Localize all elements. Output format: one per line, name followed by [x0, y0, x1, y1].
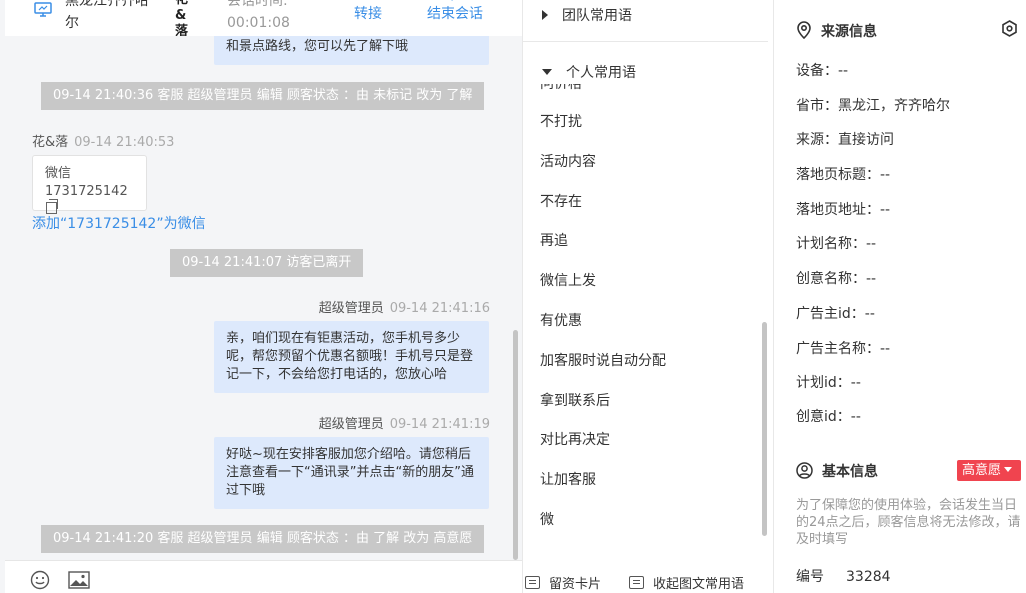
basic-info-heading: 基本信息 — [796, 461, 878, 481]
section-title: 来源信息 — [821, 24, 877, 40]
agent-message-bubble: 和景点路线，您可以先了解下哦 — [214, 36, 489, 65]
group-label: 个人常用语 — [566, 65, 636, 81]
agent-message-header: 超级管理员 09-14 21:41:19 — [319, 413, 490, 432]
personal-phrases-group[interactable]: 个人常用语 — [542, 62, 636, 82]
session-time: 会话时间: 00:01:08 — [227, 0, 290, 34]
wechat-card: 微信 1731725142 — [32, 155, 147, 214]
phrases-footer: 留资卡片 收起图文常用语 — [523, 560, 774, 593]
source-info-heading: 来源信息 — [796, 21, 877, 41]
field-creative-name: 创意名称：-- — [796, 271, 877, 287]
settings-icon[interactable] — [1001, 20, 1018, 37]
phrase-scrollbar[interactable] — [762, 322, 767, 536]
lead-card-label: 留资卡片 — [549, 577, 602, 592]
app-root: 黑龙江齐齐哈尔 花&落 会话时间: 00:01:08 → 转接 ↗ 结束会话 和… — [0, 0, 1026, 593]
end-session-button[interactable]: ↗ 结束会话 — [424, 0, 486, 24]
message-time: 09-14 21:41:16 — [389, 301, 490, 316]
agent-message-bubble: 好哒~现在安排客服加您介绍哈。请您稍后注意查看一下“通讯录”并点击“新的朋友”通… — [214, 437, 489, 509]
phrase-item[interactable]: 拿到联系后 — [540, 390, 610, 410]
visitor-left-notice: 09-14 21:41:07 访客已离开 — [170, 249, 364, 277]
sender-name: 超级管理员 — [318, 417, 384, 432]
visitor-message-header: 花&落 09-14 21:40:53 — [32, 131, 174, 150]
section-title: 基本信息 — [822, 464, 878, 480]
serial-label: 编号 — [796, 569, 824, 585]
sender-name: 超级管理员 — [318, 301, 384, 316]
agent-message-header: 超级管理员 09-14 21:41:16 — [319, 297, 490, 316]
card-title: 微信 — [45, 166, 72, 181]
composer-toolbar — [5, 560, 522, 593]
sender-name: 花&落 — [32, 135, 69, 150]
message-time: 09-14 21:41:19 — [389, 417, 490, 432]
user-icon — [796, 462, 813, 479]
message-text: 和景点路线，您可以先了解下哦 — [226, 39, 409, 54]
serial-value: 33284 — [846, 569, 891, 585]
message-list[interactable]: 和景点路线，您可以先了解下哦 09-14 21:40:36 客服 超级管理员 编… — [5, 36, 522, 558]
agent-message-bubble: 亲，咱们现在有钜惠活动，您手机号多少呢，帮您预留个优惠名额哦！手机号只是登记一下… — [214, 321, 489, 393]
customer-info-panel: 来源信息 设备：-- 省市：黑龙江，齐齐哈尔 来源：直接访问 落地页标题：-- … — [773, 0, 1026, 593]
phrase-list: 问价格 不打扰 活动内容 不存在 再追 微信上发 有优惠 加客服时说自动分配 拿… — [523, 84, 763, 540]
message-time: 09-14 21:40:53 — [74, 135, 175, 150]
phrase-item[interactable]: 不存在 — [540, 191, 582, 211]
chat-panel: 黑龙江齐齐哈尔 花&落 会话时间: 00:01:08 → 转接 ↗ 结束会话 和… — [0, 0, 522, 593]
chat-scrollbar[interactable] — [513, 330, 518, 560]
transfer-button[interactable]: → 转接 — [351, 0, 385, 24]
system-message: 09-14 21:40:36 客服 超级管理员 编辑 顾客状态 ：由 未标记 改… — [41, 82, 485, 110]
list-icon — [629, 576, 644, 589]
field-region: 省市：黑龙江，齐齐哈尔 — [796, 98, 950, 114]
add-wechat-link[interactable]: 添加“1731725142”为微信 — [32, 213, 206, 233]
lead-card-button[interactable]: 留资卡片 — [525, 573, 601, 592]
phrase-item[interactable]: 让加客服 — [540, 469, 596, 489]
phrase-item[interactable]: 有优惠 — [540, 310, 582, 330]
field-creative-id: 创意id：-- — [796, 409, 861, 425]
phrase-item[interactable]: 再追 — [540, 230, 568, 250]
collapse-phrases-label: 收起图文常用语 — [653, 577, 745, 592]
phrase-item[interactable]: 微信上发 — [540, 270, 596, 290]
visitor-nickname: 花&落 — [175, 0, 189, 36]
phrase-item[interactable]: 对比再决定 — [540, 429, 610, 449]
location-pin-icon — [797, 21, 811, 40]
phrase-item[interactable]: 问价格 — [540, 84, 582, 93]
exit-icon: ↗ — [424, 0, 486, 4]
message-text: 亲，咱们现在有钜惠活动，您手机号多少呢，帮您预留个优惠名额哦！手机号只是登记一下… — [226, 331, 474, 382]
card-icon — [525, 576, 540, 589]
collapse-phrases-button[interactable]: 收起图文常用语 — [629, 573, 744, 592]
field-landing-url: 落地页地址：-- — [796, 202, 891, 218]
field-advertiser-name: 广告主名称：-- — [796, 341, 891, 357]
emoji-icon[interactable] — [30, 570, 50, 590]
system-message: 09-14 21:41:20 客服 超级管理员 编辑 顾客状态 ：由 了解 改为… — [41, 525, 485, 553]
session-time-label: 会话时间: — [227, 0, 288, 9]
field-advertiser-id: 广告主id：-- — [796, 306, 875, 322]
caret-right-icon — [542, 10, 548, 20]
intent-dropdown[interactable]: 高意愿 — [957, 460, 1021, 481]
team-phrases-group[interactable]: 团队常用语 — [542, 5, 632, 25]
chevron-down-icon — [1004, 467, 1013, 472]
phrase-item[interactable]: 微 — [540, 509, 554, 529]
divider — [523, 41, 768, 42]
monitor-icon — [34, 2, 52, 17]
edit-notice: 为了保障您的使用体验，会话发生当日的24点之后，顾客信息将无法修改，请及时填写 — [796, 498, 1021, 547]
field-device: 设备：-- — [796, 63, 849, 79]
arrow-right-icon: → — [351, 0, 385, 4]
card-wechat-id: 1731725142 — [45, 184, 128, 199]
image-icon[interactable] — [68, 571, 90, 589]
session-time-value: 00:01:08 — [227, 15, 290, 31]
field-source: 来源：直接访问 — [796, 132, 894, 148]
message-text: 好哒~现在安排客服加您介绍哈。请您稍后注意查看一下“通讯录”并点击“新的朋友”通… — [226, 447, 474, 498]
chat-header: 黑龙江齐齐哈尔 花&落 会话时间: 00:01:08 → 转接 ↗ 结束会话 — [5, 0, 522, 36]
end-session-label: 结束会话 — [427, 6, 483, 22]
group-label: 团队常用语 — [562, 8, 632, 24]
caret-down-icon — [542, 69, 552, 75]
quick-phrases-panel: 团队常用语 个人常用语 问价格 不打扰 活动内容 不存在 再追 微信上发 有优惠… — [522, 0, 773, 593]
phrase-item[interactable]: 活动内容 — [540, 151, 596, 171]
serial-number-field: 编号 33284 — [796, 566, 891, 586]
visitor-name: 黑龙江齐齐哈尔 — [65, 0, 149, 31]
phrase-item[interactable]: 加客服时说自动分配 — [540, 350, 666, 370]
intent-label: 高意愿 — [962, 463, 1002, 478]
field-plan-name: 计划名称：-- — [796, 236, 877, 252]
phrase-item[interactable]: 不打扰 — [540, 111, 582, 131]
field-landing-title: 落地页标题：-- — [796, 167, 891, 183]
field-plan-id: 计划id：-- — [796, 375, 861, 391]
transfer-label: 转接 — [354, 6, 382, 22]
